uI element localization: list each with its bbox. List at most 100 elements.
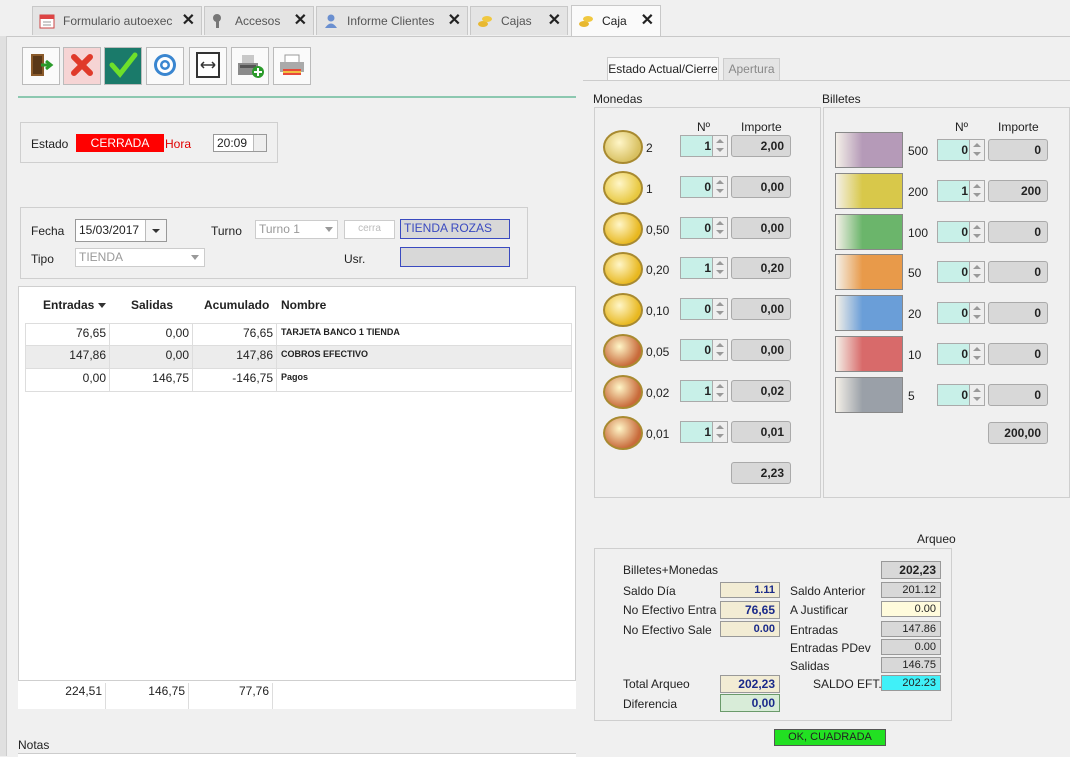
tienda-field[interactable]: TIENDA ROZAS bbox=[400, 219, 510, 239]
saldo-dia-value: 1.11 bbox=[720, 582, 780, 598]
spinner[interactable] bbox=[712, 380, 727, 401]
coin-count-input[interactable]: 0 bbox=[680, 298, 728, 321]
coin-count-input[interactable]: 1 bbox=[680, 420, 728, 443]
note-denom: 100 bbox=[908, 225, 929, 240]
header-acumulado[interactable]: Acumulado bbox=[204, 298, 269, 312]
turno-select[interactable]: Turno 1 bbox=[255, 220, 338, 239]
estado-panel: Estado CERRADA Hora 20:09 bbox=[20, 122, 278, 163]
close-icon[interactable]: ✕ bbox=[182, 13, 195, 29]
billetes-title: Billetes bbox=[822, 92, 861, 106]
coin-count-input[interactable]: 0 bbox=[680, 216, 728, 239]
cell-entradas: 147,86 bbox=[25, 346, 110, 368]
spinner[interactable] bbox=[712, 340, 727, 360]
close-icon[interactable]: ✕ bbox=[548, 13, 561, 29]
exit-button[interactable] bbox=[22, 47, 60, 85]
spinner[interactable] bbox=[712, 217, 727, 238]
arqueo-title: Arqueo bbox=[917, 532, 956, 546]
tab-caja[interactable]: Caja ✕ bbox=[571, 5, 661, 36]
note-count-input[interactable]: 0 bbox=[937, 302, 985, 325]
arqueo-status-badge: OK, CUADRADA bbox=[774, 729, 886, 746]
hora-field[interactable]: 20:09 bbox=[213, 134, 267, 152]
tab-informe-clientes[interactable]: Informe Clientes ✕ bbox=[316, 6, 468, 35]
cancel-button[interactable] bbox=[63, 47, 101, 85]
coin-importe: 0,00 bbox=[731, 339, 791, 361]
banknote-icon bbox=[835, 132, 903, 168]
spinner[interactable] bbox=[969, 344, 984, 364]
spinner[interactable] bbox=[969, 221, 984, 242]
coin-denom: 0,02 bbox=[646, 385, 670, 400]
turno-extra-field[interactable]: cerra bbox=[344, 220, 395, 239]
close-icon[interactable]: ✕ bbox=[641, 13, 654, 29]
monedas-total: 2,23 bbox=[731, 462, 791, 484]
coin-icon bbox=[603, 415, 643, 450]
close-icon[interactable]: ✕ bbox=[294, 13, 307, 29]
usr-label: Usr. bbox=[344, 252, 366, 266]
status-badge: CERRADA bbox=[76, 134, 164, 152]
tab-label: Formulario autoexec bbox=[63, 14, 173, 28]
chevron-down-icon bbox=[325, 227, 333, 232]
close-icon[interactable]: ✕ bbox=[448, 13, 461, 29]
tab-formulario-autoexec[interactable]: Formulario autoexec ✕ bbox=[32, 6, 202, 35]
note-count-input[interactable]: 1 bbox=[937, 179, 985, 202]
banknote-icon bbox=[835, 254, 903, 291]
cash-register-icon bbox=[235, 51, 265, 82]
table-row[interactable]: 147,86 0,00 147,86 COBROS EFECTIVO bbox=[25, 346, 571, 369]
coin-denom: 2 bbox=[646, 141, 653, 155]
note-count-input[interactable]: 0 bbox=[937, 343, 985, 365]
spinner[interactable] bbox=[712, 176, 727, 197]
print-button[interactable] bbox=[273, 47, 311, 85]
notas-field[interactable] bbox=[18, 753, 576, 757]
spinner[interactable] bbox=[712, 258, 727, 279]
banknote-icon bbox=[835, 336, 903, 372]
resize-button[interactable] bbox=[189, 47, 227, 85]
table-row[interactable]: 76,65 0,00 76,65 TARJETA BANCO 1 TIENDA bbox=[25, 323, 571, 346]
total-entradas: 224,51 bbox=[18, 683, 106, 709]
header-nombre[interactable]: Nombre bbox=[281, 298, 326, 312]
settings-button[interactable] bbox=[146, 47, 184, 85]
tab-apertura[interactable]: Apertura bbox=[723, 58, 780, 80]
exit-icon bbox=[27, 51, 55, 82]
tipo-select[interactable]: TIENDA bbox=[75, 248, 205, 267]
cell-acumulado: 76,65 bbox=[193, 324, 277, 346]
billetes-n-header: Nº bbox=[955, 120, 969, 134]
usr-field[interactable] bbox=[400, 247, 510, 267]
spinner[interactable] bbox=[712, 299, 727, 320]
coin-count-input[interactable]: 1 bbox=[680, 257, 728, 280]
table-row[interactable]: 0,00 146,75 -146,75 Pagos bbox=[25, 369, 571, 392]
chevron-down-icon[interactable] bbox=[145, 220, 166, 241]
hora-spinner[interactable] bbox=[253, 135, 266, 151]
tab-accesos[interactable]: Accesos ✕ bbox=[204, 6, 314, 35]
accept-button[interactable] bbox=[104, 47, 142, 85]
spinner[interactable] bbox=[969, 180, 984, 201]
spinner[interactable] bbox=[969, 140, 984, 160]
coin-icon bbox=[603, 293, 643, 328]
tab-label: Informe Clientes bbox=[347, 14, 435, 28]
coin-count-input[interactable]: 1 bbox=[680, 379, 728, 402]
cell-nombre: TARJETA BANCO 1 TIENDA bbox=[281, 327, 400, 337]
a-justificar-value[interactable]: 0.00 bbox=[881, 601, 941, 617]
coin-count-input[interactable]: 1 bbox=[680, 135, 728, 157]
fecha-field[interactable]: 15/03/2017 bbox=[75, 219, 167, 242]
note-count-input[interactable]: 0 bbox=[937, 139, 985, 161]
tab-estado-actual[interactable]: Estado Actual/Cierre bbox=[607, 57, 719, 80]
coin-importe: 0,20 bbox=[731, 257, 791, 280]
header-salidas[interactable]: Salidas bbox=[131, 298, 173, 312]
note-count-input[interactable]: 0 bbox=[937, 220, 985, 243]
tab-cajas[interactable]: Cajas ✕ bbox=[470, 6, 568, 35]
spinner[interactable] bbox=[969, 303, 984, 324]
add-cash-register-button[interactable] bbox=[231, 47, 269, 85]
header-entradas[interactable]: Entradas bbox=[43, 298, 106, 312]
entradas-label: Entradas bbox=[790, 623, 839, 637]
note-count-input[interactable]: 0 bbox=[937, 383, 985, 406]
note-count-input[interactable]: 0 bbox=[937, 261, 985, 284]
spinner[interactable] bbox=[969, 384, 984, 405]
coin-denom: 0,10 bbox=[646, 304, 670, 319]
cell-entradas: 0,00 bbox=[25, 369, 110, 391]
coin-importe: 2,00 bbox=[731, 135, 791, 157]
coin-count-input[interactable]: 0 bbox=[680, 175, 728, 198]
coin-count-input[interactable]: 0 bbox=[680, 339, 728, 361]
spinner[interactable] bbox=[712, 421, 727, 442]
coin-icon bbox=[603, 374, 643, 409]
spinner[interactable] bbox=[969, 262, 984, 283]
spinner[interactable] bbox=[712, 136, 727, 156]
